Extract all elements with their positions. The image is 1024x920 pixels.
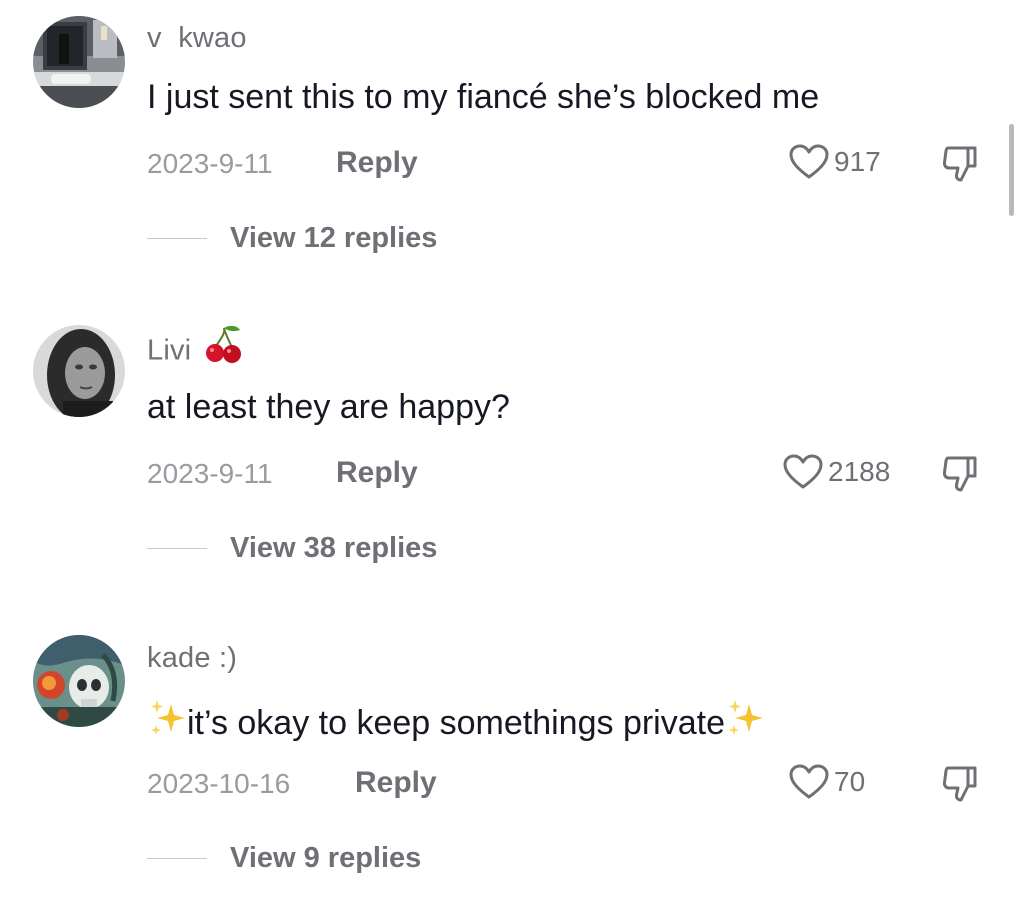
grayscale-portrait-avatar [33,325,125,417]
replies-divider [147,548,207,549]
heart-outline-icon [789,144,829,179]
comment-text: at least they are happy? [147,388,510,426]
reply-button[interactable]: Reply [355,766,437,800]
view-replies-label: View 9 replies [230,842,422,874]
dislike-button[interactable] [940,454,980,494]
comment-date: 2023-9-11 [147,148,273,179]
cherries-icon [204,324,244,372]
comment-username[interactable]: v kwao [147,22,247,55]
comment-item: Livi at least they are happy? 2023-9-11 … [0,310,1024,610]
like-button[interactable]: 2188 [782,453,890,491]
like-button[interactable]: 917 [788,143,881,181]
view-replies-button[interactable]: View 9 replies [147,842,421,875]
replies-divider [147,858,207,859]
heart-outline-icon [789,764,829,799]
comment-username[interactable]: Livi [147,325,244,372]
comment-date: 2023-9-11 [147,458,273,489]
username-text: v kwao [147,22,247,54]
view-replies-button[interactable]: View 12 replies [147,222,437,255]
skull-artwork-avatar [33,635,125,727]
comment-text-content: it’s okay to keep somethings private [187,704,725,742]
avatar[interactable] [33,325,125,417]
dislike-button[interactable] [940,144,980,184]
sparkles-icon [147,698,187,747]
like-count: 2188 [828,456,891,487]
comment-item: kade :) it’s okay to keep somethings pri… [0,620,1024,920]
like-button[interactable]: 70 [788,763,865,801]
sparkles-icon [725,698,765,747]
username-text: Livi [147,334,192,367]
like-count: 70 [834,766,866,797]
view-replies-label: View 38 replies [230,532,438,564]
comment-text: I just sent this to my fiancé she’s bloc… [147,78,820,116]
thumbs-down-icon [942,146,977,182]
scrollbar[interactable] [1009,124,1014,216]
reply-button[interactable]: Reply [336,456,418,490]
comment-date: 2023-10-16 [147,768,291,799]
comment-item: v kwao I just sent this to my fiancé she… [0,0,1024,300]
bathroom-mirror-selfie-avatar [33,16,125,108]
dislike-button[interactable] [940,764,980,804]
heart-outline-icon [783,454,823,489]
avatar[interactable] [33,16,125,108]
username-text: kade :) [147,642,238,674]
thumbs-down-icon [942,456,977,492]
avatar[interactable] [33,635,125,727]
like-count: 917 [834,146,881,177]
view-replies-button[interactable]: View 38 replies [147,532,437,565]
reply-button[interactable]: Reply [336,146,418,180]
replies-divider [147,238,207,239]
view-replies-label: View 12 replies [230,222,438,254]
thumbs-down-icon [942,766,977,802]
comment-username[interactable]: kade :) [147,642,237,675]
comment-text: it’s okay to keep somethings private [147,698,765,747]
